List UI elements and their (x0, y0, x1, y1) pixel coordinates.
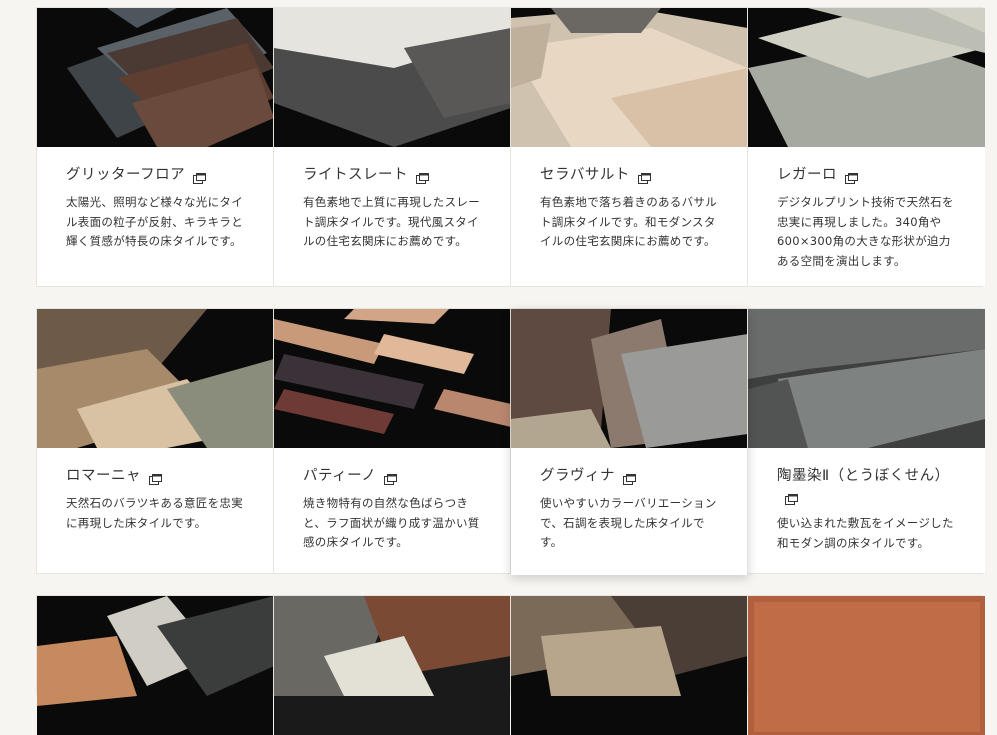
product-title[interactable]: パティーノ (303, 468, 376, 484)
product-row-1: グリッターフロア 太陽光、照明など様々な光にタイル表面の粒子が反射、キラキラと輝… (36, 7, 985, 287)
product-card-row3-1[interactable] (37, 596, 274, 735)
product-description: 有色素地で落ち着きのあるバサルト調床タイルです。和モダンスタイルの住宅玄関床にお… (540, 195, 717, 248)
product-image-light-slate[interactable] (274, 8, 510, 147)
product-title[interactable]: ロマーニャ (66, 468, 141, 484)
product-card-cera-basalt[interactable]: セラバサルト 有色素地で落ち着きのあるバサルト調床タイルです。和モダンスタイルの… (511, 8, 748, 286)
product-card-light-slate[interactable]: ライトスレート 有色素地で上質に再現したスレート調床タイルです。現代風スタイルの… (274, 8, 511, 286)
external-link-icon[interactable] (193, 170, 207, 184)
product-card-gravina[interactable]: グラヴィナ 使いやすいカラーバリエーションで、石調を表現した床タイルです。 (511, 309, 748, 575)
product-card-toubokusen[interactable]: 陶墨染Ⅱ（とうぼくせん） 使い込まれた敷瓦をイメージした和モダン調の床タイルです… (748, 309, 985, 573)
external-link-icon[interactable] (637, 170, 651, 184)
product-image-toubokusen[interactable] (748, 309, 985, 448)
product-description: 使い込まれた敷瓦をイメージした和モダン調の床タイルです。 (777, 516, 954, 550)
product-description: 使いやすいカラーバリエーションで、石調を表現した床タイルです。 (540, 496, 717, 549)
product-title[interactable]: 陶墨染Ⅱ（とうぼくせん） (777, 468, 950, 484)
product-image-patino[interactable] (274, 309, 510, 448)
product-image-regalo[interactable] (748, 8, 985, 147)
product-image-row3-3[interactable] (511, 596, 747, 735)
product-description: 天然石のバラツキある意匠を忠実に再現した床タイルです。 (66, 496, 243, 530)
product-image-row3-1[interactable] (37, 596, 273, 735)
product-title[interactable]: グラヴィナ (540, 468, 615, 484)
product-card-patino[interactable]: パティーノ 焼き物特有の自然な色ばらつきと、ラフ面状が織り成す温かい質感の床タイ… (274, 309, 511, 573)
product-description: 太陽光、照明など様々な光にタイル表面の粒子が反射、キラキラと輝く質感が特長の床タ… (66, 195, 243, 248)
product-card-row3-4[interactable] (748, 596, 985, 735)
product-card-romagna[interactable]: ロマーニャ 天然石のバラツキある意匠を忠実に再現した床タイルです。 (37, 309, 274, 573)
product-title[interactable]: レガーロ (777, 167, 837, 183)
external-link-icon[interactable] (384, 471, 398, 485)
product-description: デジタルプリント技術で天然石を忠実に再現しました。340角や600×300角の大… (777, 195, 954, 268)
external-link-icon[interactable] (149, 471, 162, 485)
external-link-icon[interactable] (785, 491, 798, 505)
product-image-gravina[interactable] (511, 309, 747, 448)
external-link-icon[interactable] (416, 170, 429, 184)
product-image-glitter-floor[interactable] (37, 8, 273, 147)
product-image-cera-basalt[interactable] (511, 8, 747, 147)
product-title[interactable]: ライトスレート (303, 167, 408, 183)
product-description: 焼き物特有の自然な色ばらつきと、ラフ面状が織り成す温かい質感の床タイルです。 (303, 496, 480, 549)
product-image-row3-2[interactable] (274, 596, 510, 735)
product-card-glitter-floor[interactable]: グリッターフロア 太陽光、照明など様々な光にタイル表面の粒子が反射、キラキラと輝… (37, 8, 274, 286)
product-card-regalo[interactable]: レガーロ デジタルプリント技術で天然石を忠実に再現しました。340角や600×3… (748, 8, 985, 286)
product-card-row3-2[interactable] (274, 596, 511, 735)
product-image-row3-4[interactable] (748, 596, 985, 735)
product-title[interactable]: セラバサルト (540, 167, 630, 183)
product-title[interactable]: グリッターフロア (66, 167, 185, 183)
product-image-romagna[interactable] (37, 309, 273, 448)
external-link-icon[interactable] (623, 471, 636, 485)
external-link-icon[interactable] (845, 170, 858, 184)
product-card-row3-3[interactable] (511, 596, 748, 735)
product-description: 有色素地で上質に再現したスレート調床タイルです。現代風スタイルの住宅玄関床にお薦… (303, 195, 480, 248)
product-row-3 (36, 595, 985, 735)
product-row-2: ロマーニャ 天然石のバラツキある意匠を忠実に再現した床タイルです。 パティーノ … (36, 308, 985, 575)
